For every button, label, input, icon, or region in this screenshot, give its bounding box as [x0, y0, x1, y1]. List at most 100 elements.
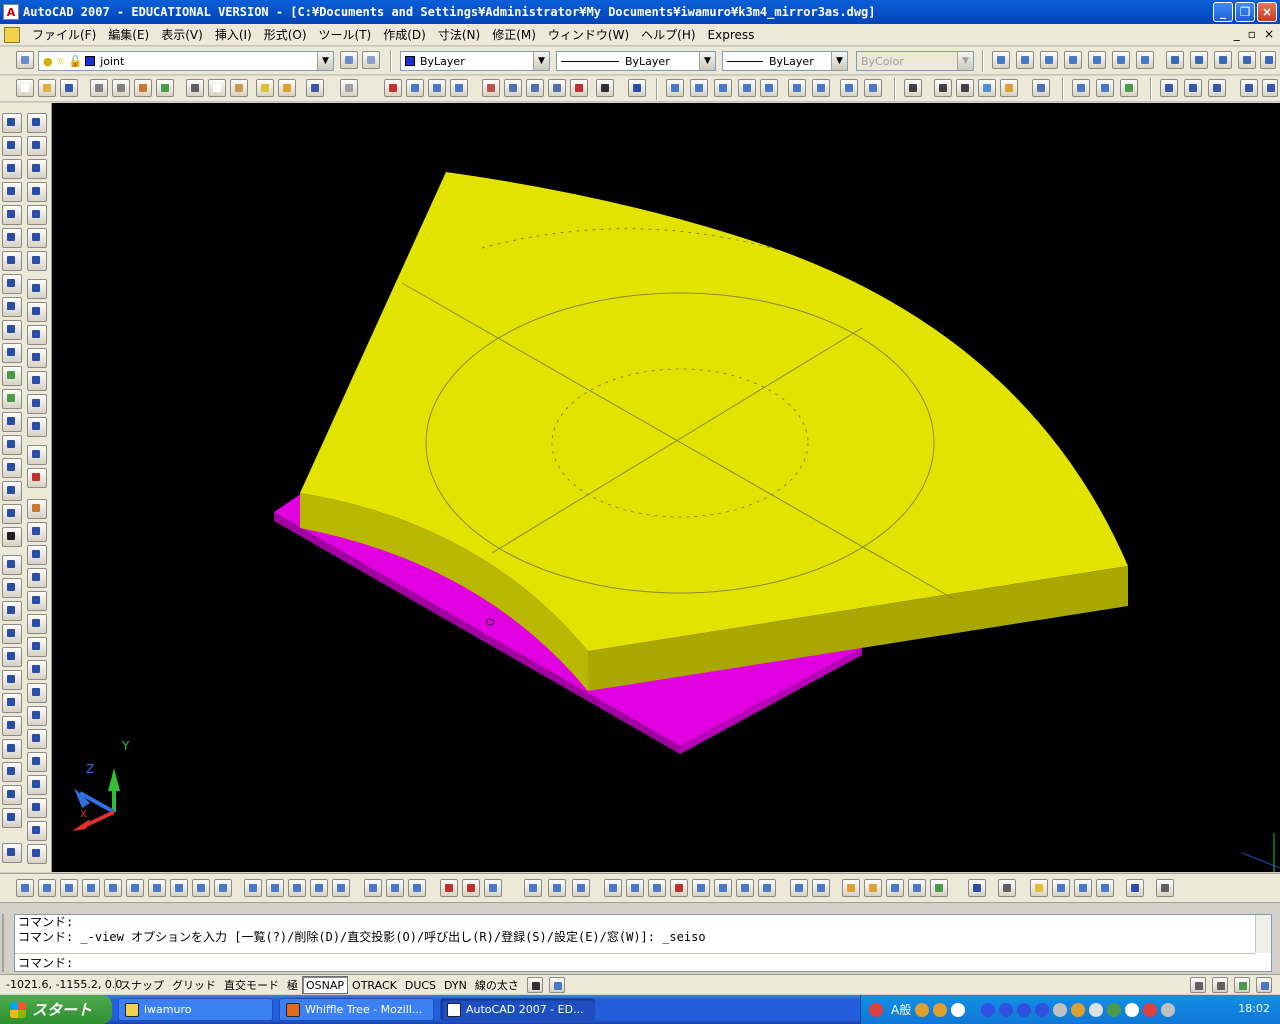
3d-rotate-gizmo-icon[interactable] [462, 879, 480, 897]
paste-icon[interactable] [230, 79, 248, 97]
taper-faces-icon[interactable] [714, 879, 732, 897]
minimize-button[interactable]: _ [1213, 2, 1233, 22]
dim-aligned-icon[interactable] [1184, 79, 1202, 97]
grid-toggle[interactable]: グリッド [168, 976, 220, 994]
insert-block-icon[interactable] [2, 366, 22, 386]
ucs-object-icon[interactable] [2, 647, 22, 667]
shell-icon[interactable] [908, 879, 926, 897]
design-center-icon[interactable] [504, 79, 522, 97]
3d-align-solid-icon[interactable] [484, 879, 502, 897]
region-icon[interactable] [2, 481, 22, 501]
3d-rotate-icon[interactable] [27, 637, 47, 657]
hatch-icon[interactable] [2, 435, 22, 455]
menu-help[interactable]: ヘルプ(H) [635, 26, 701, 43]
thicken-icon[interactable] [27, 821, 47, 841]
tray-settings-icon[interactable] [1234, 976, 1250, 993]
display-icon[interactable] [1161, 1002, 1176, 1017]
sheet-set-icon[interactable] [548, 79, 566, 97]
plot-preview-icon[interactable] [112, 79, 130, 97]
zoom-extents-icon[interactable] [864, 79, 882, 97]
render-setup-icon[interactable] [998, 879, 1016, 897]
gradient-icon[interactable] [2, 458, 22, 478]
make-block-icon[interactable] [2, 389, 22, 409]
alert-icon[interactable] [1143, 1002, 1158, 1017]
subtract-icon[interactable] [27, 545, 47, 565]
join-icon[interactable] [27, 394, 47, 414]
new-icon[interactable] [16, 79, 34, 97]
ime-help-icon[interactable] [951, 1002, 966, 1017]
table-icon[interactable] [2, 504, 22, 524]
coordinates-readout[interactable]: -1021.6, -1155.2, 0.0 [0, 978, 122, 991]
volume-icon[interactable] [1125, 1002, 1140, 1017]
top-view-icon[interactable] [1016, 51, 1034, 69]
ucs-zaxis-icon[interactable] [2, 716, 22, 736]
update-icon[interactable] [1107, 1002, 1122, 1017]
color-dropdown[interactable]: ByLayer ▼ [400, 51, 550, 71]
save-icon[interactable] [60, 79, 78, 97]
maximize-viewport-icon[interactable] [548, 976, 565, 993]
ortho-toggle[interactable]: 直交モード [220, 976, 283, 994]
clean-icon[interactable] [864, 879, 882, 897]
ime-tool-icon[interactable] [915, 1002, 930, 1017]
menu-format[interactable]: 形式(O) [258, 26, 313, 43]
zoom-in-icon[interactable] [788, 79, 806, 97]
command-window[interactable]: コマンド: コマンド: _-view オプションを入力 [一覧(?)/削除(D)… [14, 914, 1272, 972]
presspull-solid-icon[interactable] [266, 879, 284, 897]
zoom-window-icon[interactable] [428, 79, 446, 97]
union-solid-icon[interactable] [364, 879, 382, 897]
communication-center-icon[interactable] [1190, 976, 1206, 993]
3d-align-icon[interactable] [27, 660, 47, 680]
erase-icon[interactable] [27, 113, 47, 133]
mdi-minimize-button[interactable]: _ [1234, 27, 1240, 41]
3d-zoom-icon[interactable] [1096, 79, 1114, 97]
task-firefox[interactable]: Whiffle Tree - Mozill... [279, 998, 434, 1021]
tray-app-icon[interactable] [1035, 1002, 1050, 1017]
cone-icon[interactable] [82, 879, 100, 897]
chevron-down-icon[interactable]: ▼ [831, 52, 847, 70]
scale-icon[interactable] [27, 279, 47, 299]
revision-cloud-icon[interactable] [2, 274, 22, 294]
intersect-solid-icon[interactable] [408, 879, 426, 897]
3d-orbit-icon[interactable] [1120, 79, 1138, 97]
revolve-icon[interactable] [310, 879, 328, 897]
ucs-z-icon[interactable] [2, 808, 22, 828]
3d-move-gizmo-icon[interactable] [440, 879, 458, 897]
render-icon[interactable] [968, 879, 986, 897]
bottom-view-icon[interactable] [1040, 51, 1058, 69]
extrude-icon[interactable] [27, 752, 47, 772]
wedge-icon[interactable] [60, 879, 78, 897]
sw-iso-view-icon[interactable] [1166, 51, 1184, 69]
document-icon[interactable] [4, 26, 20, 43]
offset-icon[interactable] [27, 182, 47, 202]
plot-icon[interactable] [90, 79, 108, 97]
lights-icon[interactable] [1030, 879, 1048, 897]
rotate-icon[interactable] [27, 251, 47, 271]
menu-window[interactable]: ウィンドウ(W) [542, 26, 635, 43]
close-button[interactable]: × [1257, 2, 1277, 22]
lineweight-dropdown[interactable]: ByLayer ▼ [722, 51, 848, 71]
rotate-faces-icon[interactable] [692, 879, 710, 897]
osnap-toggle[interactable]: OSNAP [302, 975, 349, 994]
menu-tools[interactable]: ツール(T) [313, 26, 378, 43]
realistic-icon[interactable] [978, 79, 996, 97]
menu-modify[interactable]: 修正(M) [486, 26, 542, 43]
markup-icon[interactable] [570, 79, 588, 97]
3d-pan-icon[interactable] [1072, 79, 1090, 97]
polyline-icon[interactable] [2, 159, 22, 179]
zoom-scale-icon[interactable] [714, 79, 732, 97]
extrude-faces-icon[interactable] [604, 879, 622, 897]
ucs-x-icon[interactable] [2, 762, 22, 782]
torus-icon[interactable] [148, 879, 166, 897]
copy-object-icon[interactable] [27, 136, 47, 156]
ime-indicator[interactable]: A般 [891, 1001, 911, 1018]
chamfer-icon[interactable] [27, 417, 47, 437]
ime-dict-icon[interactable] [933, 1002, 948, 1017]
zoom-all-icon[interactable] [840, 79, 858, 97]
command-scrollbar[interactable] [1255, 915, 1271, 953]
layer-dropdown[interactable]: ● ☼ 🔓 joint ▼ [38, 51, 334, 71]
dim-radius-icon[interactable] [1262, 79, 1278, 97]
render-window-icon[interactable] [1126, 879, 1144, 897]
pan-realtime-icon[interactable] [384, 79, 402, 97]
lineweight-toggle[interactable]: 線の太さ [471, 976, 523, 994]
color-faces-icon[interactable] [758, 879, 776, 897]
